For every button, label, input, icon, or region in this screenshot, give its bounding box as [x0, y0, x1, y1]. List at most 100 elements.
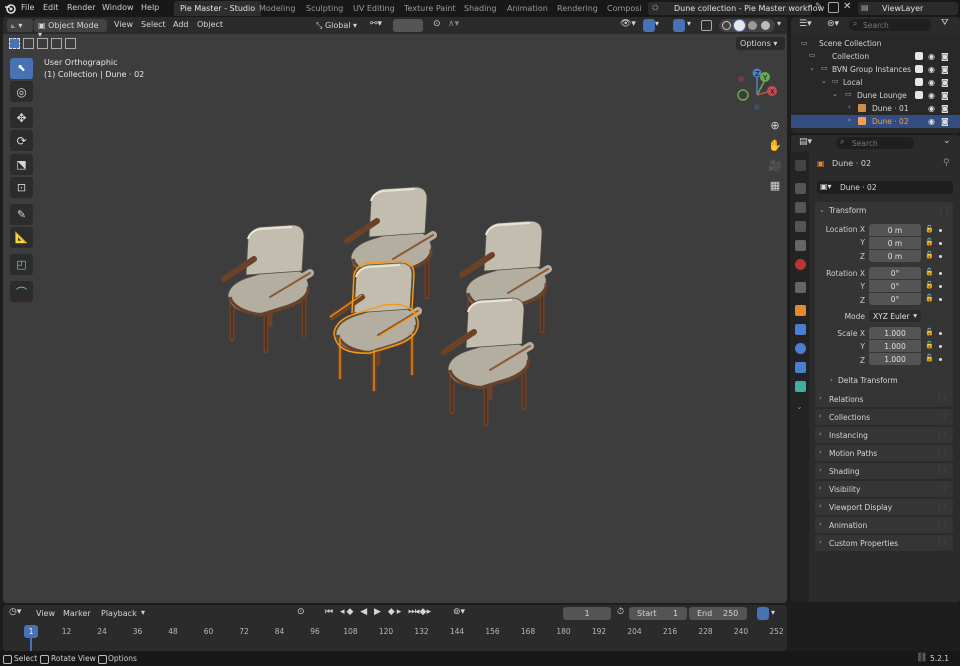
panel-shading[interactable]: › Shading ⋮⋮ — [815, 463, 953, 479]
chevron-right-icon[interactable]: › — [848, 103, 851, 111]
workspace-tab-texture-paint[interactable]: Texture Paint — [398, 1, 462, 16]
exclude-checkbox[interactable] — [915, 65, 923, 73]
menu-edit[interactable]: Edit — [43, 3, 59, 12]
lock-icon[interactable]: 🔓 — [925, 238, 934, 246]
lock-icon[interactable]: 🔓 — [925, 268, 934, 276]
keyframe-filter-toggle[interactable] — [757, 607, 769, 620]
chevron-right-icon[interactable]: › — [830, 376, 833, 384]
chevron-down-icon[interactable]: ⌄ — [809, 64, 815, 72]
chair-dune-left[interactable] — [224, 225, 310, 351]
menu-render[interactable]: Render — [67, 3, 95, 12]
render-tab-icon[interactable] — [795, 183, 806, 194]
physics-tab-icon[interactable] — [795, 343, 806, 354]
location-z-field[interactable]: 0 m — [869, 250, 921, 262]
properties-editor[interactable]: ▤▾ ⌕ Search ⌄ ⌄ ▣ Dune · 02 ⚲ ▣▾ Dune · … — [791, 135, 960, 602]
outliner-row-dune-02[interactable]: › Dune · 02 ◉ ◙ — [791, 115, 960, 128]
object-name-field[interactable]: ▣▾ Dune · 02 — [817, 181, 953, 194]
workspace-tab-shading[interactable]: Shading — [458, 1, 503, 16]
eye-icon[interactable]: ◉ — [928, 65, 935, 74]
menu-help[interactable]: Help — [141, 3, 159, 12]
lock-icon[interactable]: 🔓 — [925, 294, 934, 302]
camera-icon[interactable]: ◙ — [941, 52, 949, 61]
lock-icon[interactable]: 🔓 — [925, 328, 934, 336]
blender-logo-icon[interactable] — [4, 3, 16, 14]
camera-icon[interactable]: ◙ — [941, 65, 949, 74]
new-scene-icon[interactable] — [828, 2, 839, 13]
keyframe-dot[interactable] — [939, 229, 942, 232]
timeline-menu-view[interactable]: View — [36, 609, 55, 618]
chevron-down-icon[interactable]: ⌄ — [943, 136, 951, 146]
outliner-editor-icon[interactable]: ☰▾ — [799, 19, 812, 29]
keyframe-dot[interactable] — [939, 345, 942, 348]
keyframe-dot[interactable] — [939, 285, 942, 288]
outliner-row-dune-01[interactable]: › Dune · 01 ◉ ◙ — [791, 102, 960, 115]
outliner-row-local[interactable]: ⌄ ▭ Local ◉ ◙ — [791, 76, 960, 89]
workspace-tab-sculpting[interactable]: Sculpting — [300, 1, 349, 16]
keyframe-dot[interactable] — [939, 242, 942, 245]
world-tab-icon[interactable] — [795, 259, 806, 270]
panel-visibility[interactable]: › Visibility ⋮⋮ — [815, 481, 953, 497]
outliner-row-collection[interactable]: ▭ Collection ◉ ◙ — [791, 50, 960, 63]
lock-icon[interactable]: 🔓 — [925, 354, 934, 362]
stopwatch-icon[interactable]: ⏱ — [617, 607, 624, 617]
panel-relations[interactable]: › Relations ⋮⋮ — [815, 391, 953, 407]
panel-animation[interactable]: › Animation ⋮⋮ — [815, 517, 953, 533]
workspace-tab-modeling[interactable]: Modeling — [253, 1, 301, 16]
lock-icon[interactable]: 🔓 — [925, 281, 934, 289]
auto-keying-icon[interactable]: ⊚▾ — [453, 607, 465, 617]
panel-collections[interactable]: › Collections ⋮⋮ — [815, 409, 953, 425]
menu-window[interactable]: Window — [102, 3, 134, 12]
rotation-z-field[interactable]: 0° — [869, 293, 921, 305]
keyframe-dot[interactable] — [939, 272, 942, 275]
rotation-mode-dropdown[interactable]: XYZ Euler ▾ — [869, 310, 921, 322]
eye-icon[interactable]: ◉ — [928, 104, 935, 113]
scale-y-field[interactable]: 1.000 — [869, 340, 921, 352]
chevron-down-icon[interactable]: ⌄ — [821, 77, 827, 85]
workspace-tab-animation[interactable]: Animation — [501, 1, 554, 16]
data-tab-icon[interactable] — [795, 381, 806, 392]
rotation-x-field[interactable]: 0° — [869, 267, 921, 279]
delta-transform-subpanel[interactable]: Delta Transform — [838, 376, 898, 385]
collection-tab-icon[interactable] — [795, 282, 806, 293]
timeline-menu-playback[interactable]: Playback — [101, 609, 137, 618]
exclude-checkbox[interactable] — [915, 78, 923, 86]
keyframe-dot[interactable] — [939, 298, 942, 301]
workspace-tab-compositing[interactable]: Composi — [601, 1, 648, 16]
chair-dune-02-selected[interactable] — [330, 261, 420, 391]
scale-x-field[interactable]: 1.000 — [869, 327, 921, 339]
scene-selector[interactable]: ⛭ Dune collection - Pie Master workflow — [648, 2, 824, 15]
chevron-down-icon[interactable]: ⌄ — [796, 402, 803, 411]
start-frame-field[interactable]: Start 1 — [629, 607, 687, 620]
chevron-right-icon[interactable]: › — [848, 116, 851, 124]
timeline-editor-icon[interactable]: ◷▾ — [9, 607, 21, 617]
constraints-tab-icon[interactable] — [795, 362, 806, 373]
chevron-down-icon[interactable]: ▾ — [141, 608, 145, 617]
eye-icon[interactable]: ◉ — [928, 52, 935, 61]
eye-icon[interactable]: ◉ — [928, 78, 935, 87]
rotation-y-field[interactable]: 0° — [869, 280, 921, 292]
camera-icon[interactable]: ◙ — [941, 117, 949, 126]
lock-icon[interactable]: 🔓 — [925, 251, 934, 259]
pin-icon[interactable]: ✎ — [815, 2, 823, 12]
panel-motion-paths[interactable]: › Motion Paths ⋮⋮ — [815, 445, 953, 461]
workspace-tab-rendering[interactable]: Rendering — [551, 1, 604, 16]
drag-grip-icon[interactable]: ⋮⋮ — [938, 207, 950, 214]
lock-icon[interactable]: 🔓 — [925, 225, 934, 233]
current-frame-field[interactable]: 1 — [563, 607, 611, 620]
modifier-tab-icon[interactable] — [795, 324, 806, 335]
keying-icon[interactable]: ◂◆▸ — [415, 607, 431, 617]
exclude-checkbox[interactable] — [915, 52, 923, 60]
outliner-row-bvn-group[interactable]: ⌄ ▭ BVN Group Instances ◉ ◙ — [791, 63, 960, 76]
chair-dune-front[interactable] — [444, 298, 530, 424]
properties-search[interactable]: ⌕ Search — [836, 137, 914, 149]
location-x-field[interactable]: 0 m — [869, 224, 921, 236]
outliner-search[interactable]: ⌕ Search — [849, 19, 931, 31]
close-icon[interactable]: ✕ — [843, 1, 851, 12]
camera-icon[interactable]: ◙ — [941, 78, 949, 87]
lock-icon[interactable]: 🔓 — [925, 341, 934, 349]
viewlayer-selector[interactable]: ▤ ViewLayer — [858, 2, 958, 15]
object-tab-icon[interactable] — [795, 305, 806, 316]
eye-icon[interactable]: ◉ — [928, 91, 935, 100]
timeline-menu-marker[interactable]: Marker — [63, 609, 91, 618]
end-frame-field[interactable]: End 250 — [689, 607, 747, 620]
